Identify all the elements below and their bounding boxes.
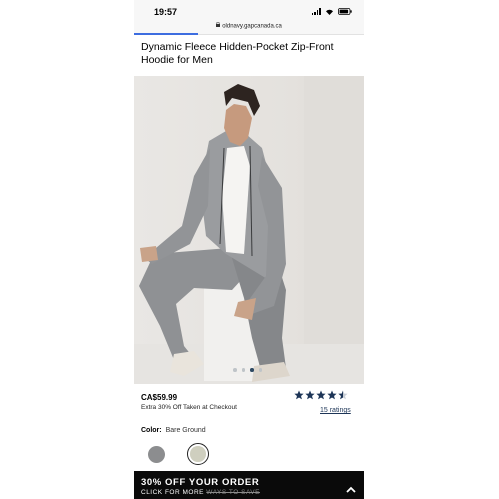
product-image[interactable]	[134, 76, 364, 384]
star-icon	[327, 390, 337, 400]
color-selection: Color: Bare Ground	[141, 427, 206, 434]
product-title: Dynamic Fleece Hidden-Pocket Zip-Front H…	[141, 41, 334, 66]
gallery-pagination	[233, 368, 262, 372]
gallery-dot[interactable]	[250, 368, 254, 372]
banner-cta-struck: WAYS TO SAVE	[206, 489, 260, 496]
color-swatch-bare-ground[interactable]	[187, 443, 209, 465]
gallery-dot[interactable]	[241, 368, 245, 372]
star-icon	[316, 390, 326, 400]
banner-headline: 30% OFF YOUR ORDER	[141, 477, 260, 488]
star-icon	[338, 390, 348, 400]
battery-icon	[338, 8, 352, 15]
product-price: CA$59.99	[141, 393, 178, 402]
model-photo	[134, 76, 364, 384]
url-text: oldnavy.gapcanada.ca	[222, 23, 282, 30]
gallery-dot[interactable]	[233, 368, 237, 372]
status-bar: 19:57	[134, 0, 364, 22]
star-icon	[305, 390, 315, 400]
lock-icon	[216, 21, 221, 30]
gallery-dot[interactable]	[258, 368, 262, 372]
wifi-icon	[325, 8, 334, 15]
star-rating	[294, 390, 348, 400]
star-icon	[294, 390, 304, 400]
page-load-progress	[134, 33, 199, 35]
color-swatch-grey[interactable]	[148, 446, 165, 463]
ratings-link[interactable]: 15 ratings	[320, 407, 351, 414]
color-label: Color:	[141, 427, 162, 434]
mobile-browser-viewport: 19:57 oldnavy.gapcanada.ca Dynamic Fleec…	[134, 0, 364, 499]
cellular-signal-icon	[311, 8, 321, 15]
selected-color-name: Bare Ground	[165, 427, 206, 434]
chevron-up-icon[interactable]	[346, 480, 356, 498]
promo-banner[interactable]: 30% OFF YOUR ORDER CLICK FOR MORE WAYS T…	[134, 471, 364, 499]
swatch-fill	[190, 446, 206, 462]
banner-cta[interactable]: CLICK FOR MORE WAYS TO SAVE	[141, 489, 260, 496]
status-time: 19:57	[154, 7, 178, 17]
status-icons	[311, 8, 352, 15]
checkout-promo: Extra 30% Off Taken at Checkout	[141, 404, 237, 411]
banner-cta-prefix: CLICK FOR MORE	[141, 489, 204, 496]
